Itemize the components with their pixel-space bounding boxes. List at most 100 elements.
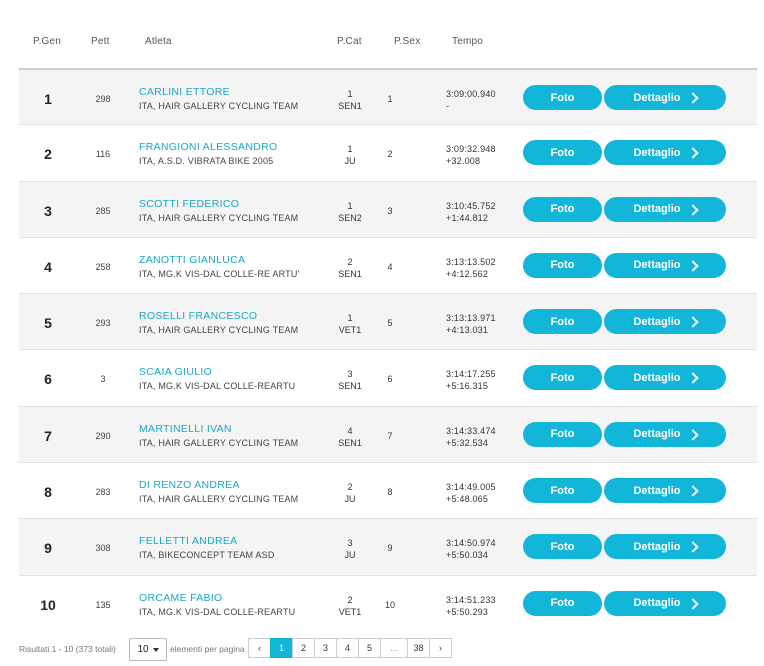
time-gap: +4:13.031 bbox=[446, 325, 489, 336]
foto-button[interactable]: Foto bbox=[523, 196, 602, 222]
dettaglio-button[interactable]: Dettaglio bbox=[604, 421, 726, 447]
dettaglio-button[interactable]: Dettaglio bbox=[604, 590, 726, 616]
category-position: 4 SEN1 bbox=[334, 425, 366, 449]
dettaglio-button[interactable]: Dettaglio bbox=[604, 534, 726, 560]
athlete-team: ITA, HAIR GALLERY CYCLING TEAM bbox=[139, 494, 299, 505]
per-page-select[interactable]: 10 bbox=[129, 638, 167, 661]
page-button: ... bbox=[380, 638, 408, 658]
foto-button[interactable]: Foto bbox=[523, 478, 602, 504]
prev-page-button[interactable]: ‹ bbox=[248, 638, 271, 658]
sex-position: 5 bbox=[387, 318, 393, 329]
foto-button[interactable]: Foto bbox=[523, 590, 602, 616]
position: 2 bbox=[44, 146, 52, 163]
athlete-name-link[interactable]: ORCAME FABIO bbox=[139, 592, 223, 604]
category-rank: 1 bbox=[347, 313, 353, 324]
finish-time: 3:13:13.502 +4:12.562 bbox=[446, 256, 496, 280]
dettaglio-button[interactable]: Dettaglio bbox=[604, 365, 726, 391]
category-position: 2 JU bbox=[334, 481, 366, 505]
next-page-button[interactable]: › bbox=[429, 638, 452, 658]
dettaglio-button[interactable]: Dettaglio bbox=[604, 478, 726, 504]
foto-button-label: Foto bbox=[550, 597, 575, 610]
dettaglio-button[interactable]: Dettaglio bbox=[604, 252, 726, 278]
time-gap: +1:44.812 bbox=[446, 212, 489, 223]
foto-button[interactable]: Foto bbox=[523, 309, 602, 335]
athlete-name-link[interactable]: SCOTTI FEDERICO bbox=[139, 198, 239, 210]
dettaglio-button[interactable]: Dettaglio bbox=[604, 85, 726, 110]
table-row: 10 135 ORCAME FABIO ITA, MG.K VIS-DAL COLLE… bbox=[19, 574, 757, 631]
bib-number: 135 bbox=[95, 599, 111, 610]
foto-button[interactable]: Foto bbox=[523, 421, 602, 447]
table-row: 6 3 SCAIA GIULIO ITA, MG.K VIS-DAL COLLE-RE… bbox=[19, 349, 757, 405]
pagination-footer: Risultati 1 - 10 (373 totali) 10 element… bbox=[19, 637, 757, 661]
category-position: 3 JU bbox=[334, 537, 366, 561]
header-psex: P.Sex bbox=[394, 36, 421, 47]
time-value: 3:09:32.948 bbox=[446, 144, 496, 155]
category-position: 1 VET1 bbox=[334, 312, 366, 336]
category-name: SEN1 bbox=[338, 437, 362, 448]
category-name: SEN2 bbox=[338, 212, 362, 223]
page-button[interactable]: 5 bbox=[358, 638, 381, 658]
athlete-team: ITA, HAIR GALLERY CYCLING TEAM bbox=[139, 101, 299, 111]
sex-position: 3 bbox=[387, 205, 393, 216]
foto-button-label: Foto bbox=[550, 371, 575, 384]
athlete-name-link[interactable]: MARTINELLI IVAN bbox=[139, 423, 232, 435]
finish-time: 3:09:00.940 - bbox=[446, 88, 496, 112]
athlete-name-link[interactable]: FELLETTI ANDREA bbox=[139, 535, 237, 547]
category-name: JU bbox=[344, 156, 356, 167]
foto-button[interactable]: Foto bbox=[523, 252, 602, 278]
category-rank: 4 bbox=[347, 425, 353, 436]
athlete-team: ITA, MG.K VIS-DAL COLLE-REARTU bbox=[139, 381, 296, 392]
header-pcat: P.Cat bbox=[337, 36, 362, 47]
page-button[interactable]: 38 bbox=[407, 638, 430, 658]
dettaglio-button-label: Dettaglio bbox=[633, 540, 681, 553]
sex-position: 9 bbox=[387, 543, 393, 554]
page-button[interactable]: 4 bbox=[336, 638, 359, 658]
category-rank: 2 bbox=[347, 594, 353, 605]
dettaglio-button[interactable]: Dettaglio bbox=[604, 140, 726, 166]
dettaglio-button-label: Dettaglio bbox=[633, 203, 681, 216]
athlete-name-link[interactable]: FRANGIONI ALESSANDRO bbox=[139, 141, 277, 153]
table-header: P.Gen Pett Atleta P.Cat P.Sex Tempo bbox=[0, 0, 764, 68]
foto-button[interactable]: Foto bbox=[523, 140, 602, 166]
finish-time: 3:14:33.474 +5:32.534 bbox=[446, 425, 496, 449]
sex-position: 1 bbox=[387, 94, 393, 104]
dettaglio-button[interactable]: Dettaglio bbox=[604, 309, 726, 335]
athlete-team: ITA, MG.K VIS-DAL COLLE-RE ARTU' bbox=[139, 268, 300, 279]
header-atleta: Atleta bbox=[145, 36, 172, 47]
athlete-name-link[interactable]: CARLINI ETTORE bbox=[139, 86, 230, 98]
category-name: SEN1 bbox=[338, 381, 362, 392]
dettaglio-button[interactable]: Dettaglio bbox=[604, 196, 726, 222]
athlete-team: ITA, HAIR GALLERY CYCLING TEAM bbox=[139, 437, 299, 448]
time-value: 3:14:49.005 bbox=[446, 482, 496, 493]
bib-number: 298 bbox=[95, 94, 111, 104]
athlete-name-link[interactable]: ROSELLI FRANCESCO bbox=[139, 310, 257, 322]
time-value: 3:10:45.752 bbox=[446, 200, 496, 211]
header-pett: Pett bbox=[91, 36, 110, 47]
table-row: 7 290 MARTINELLI IVAN ITA, HAIR GALLERY CYC… bbox=[19, 405, 757, 463]
foto-button[interactable]: Foto bbox=[523, 85, 602, 110]
chevron-down-icon bbox=[152, 647, 159, 652]
finish-time: 3:14:51.233 +5:50.293 bbox=[446, 594, 496, 618]
category-position: 1 SEN1 bbox=[334, 88, 366, 112]
athlete-name-link[interactable]: SCAIA GIULIO bbox=[139, 366, 212, 378]
athlete-name-link[interactable]: ZANOTTI GIANLUCA bbox=[139, 254, 245, 266]
foto-button-label: Foto bbox=[550, 315, 575, 328]
per-page-value: 10 bbox=[137, 644, 149, 655]
athlete-name-link[interactable]: DI RENZO ANDREA bbox=[139, 479, 240, 491]
foto-button[interactable]: Foto bbox=[523, 365, 602, 391]
time-gap: +5:32.534 bbox=[446, 437, 489, 448]
foto-button[interactable]: Foto bbox=[523, 534, 602, 560]
page-button[interactable]: 2 bbox=[292, 638, 315, 658]
dettaglio-button-label: Dettaglio bbox=[633, 484, 681, 497]
header-pgen: P.Gen bbox=[33, 36, 62, 47]
bib-number: 283 bbox=[95, 487, 111, 498]
time-gap: +5:48.065 bbox=[446, 494, 489, 505]
chevron-right-icon bbox=[686, 203, 699, 216]
page-button[interactable]: 3 bbox=[314, 638, 337, 658]
table-row: 3 285 SCOTTI FEDERICO ITA, HAIR GALLERY CYC… bbox=[19, 180, 757, 237]
chevron-right-icon bbox=[686, 541, 699, 554]
category-name: VET1 bbox=[338, 325, 362, 336]
position: 4 bbox=[44, 258, 52, 275]
page-button[interactable]: 1 bbox=[270, 638, 293, 658]
category-name: JU bbox=[344, 550, 356, 561]
